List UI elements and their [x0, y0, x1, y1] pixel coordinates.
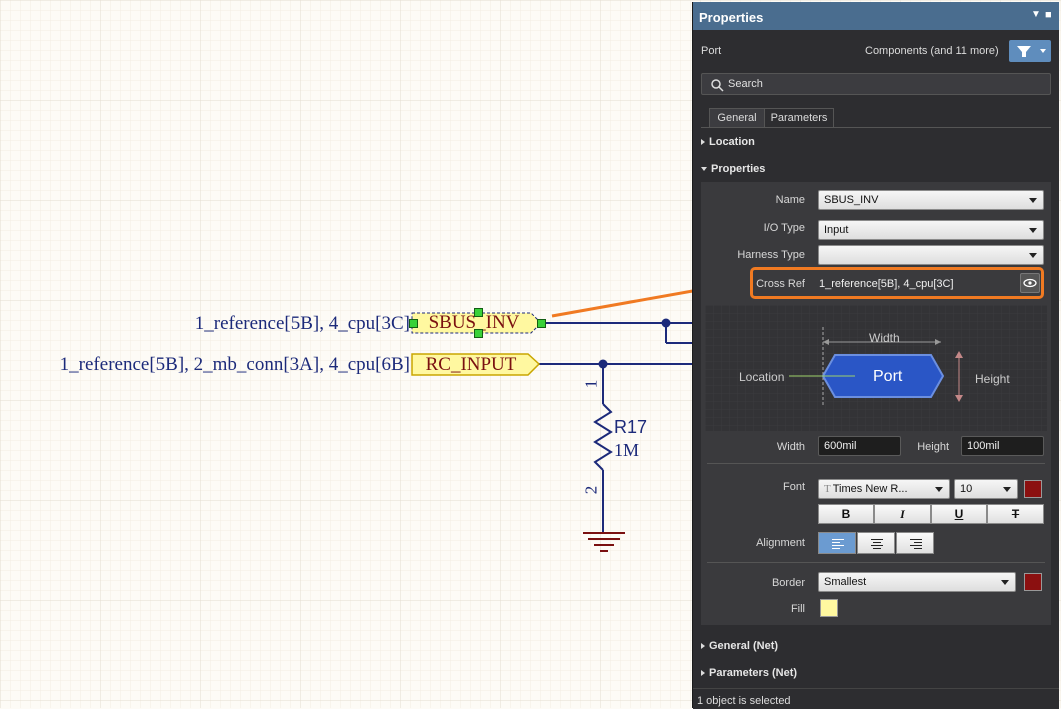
- io-type-label: I/O Type: [763, 222, 805, 234]
- border-label: Border: [771, 577, 805, 589]
- border-select[interactable]: Smallest: [818, 572, 1016, 592]
- junction-dot: [661, 318, 671, 328]
- dropdown-arrow-icon: [1029, 228, 1037, 233]
- fill-color-swatch[interactable]: [820, 599, 838, 617]
- pin-icon[interactable]: ■: [1045, 9, 1052, 21]
- align-center-button[interactable]: [857, 532, 895, 554]
- expand-icon: [701, 643, 705, 650]
- section-parameters-net-label: Parameters (Net): [709, 667, 798, 679]
- name-field[interactable]: SBUS_INV: [818, 190, 1044, 210]
- resistor-pin2: 2: [581, 485, 601, 495]
- filter-button[interactable]: [1009, 40, 1051, 62]
- section-properties-label: Properties: [711, 163, 766, 175]
- selection-handle[interactable]: [409, 319, 418, 328]
- align-left-button[interactable]: [818, 532, 856, 554]
- properties-panel: Properties ▼ ■ ✕ Port Components (and 11…: [692, 2, 1059, 709]
- name-value: SBUS_INV: [824, 194, 879, 206]
- port2-label[interactable]: RC_INPUT: [412, 354, 530, 376]
- width-value: 600mil: [824, 440, 857, 452]
- section-general-net[interactable]: General (Net): [701, 640, 778, 652]
- font-value: Times New R...: [832, 483, 908, 495]
- section-parameters-net[interactable]: Parameters (Net): [701, 667, 797, 679]
- io-type-value: Input: [824, 224, 849, 236]
- font-label: Font: [782, 481, 805, 493]
- height-value: 100mil: [967, 440, 1000, 452]
- status-bar: 1 object is selected: [693, 688, 1059, 709]
- bold-label: B: [841, 507, 851, 521]
- strikethrough-label: T: [1011, 507, 1020, 521]
- strikethrough-button[interactable]: T: [987, 504, 1044, 524]
- diagram-width-label: Width: [869, 331, 900, 345]
- selection-handle[interactable]: [474, 329, 483, 338]
- panel-title-bar: Properties ▼ ■ ✕: [693, 2, 1059, 30]
- height-input[interactable]: 100mil: [961, 436, 1044, 456]
- divider: [707, 463, 1045, 464]
- status-text: 1 object is selected: [697, 695, 791, 707]
- tab-parameters[interactable]: Parameters: [764, 108, 834, 128]
- diagram-port-label: Port: [873, 368, 903, 385]
- font-select[interactable]: T Times New R...: [818, 479, 950, 499]
- resistor-designator[interactable]: R17: [614, 417, 647, 438]
- port-diagram: Width Location Port Height: [705, 305, 1047, 431]
- align-right-button[interactable]: [896, 532, 934, 554]
- selection-handle[interactable]: [537, 319, 546, 328]
- font-type-icon: T: [824, 483, 831, 495]
- resistor-pin1: 1: [581, 379, 601, 389]
- height-label: Height: [917, 441, 949, 453]
- alignment-label: Alignment: [756, 537, 805, 549]
- section-general-net-label: General (Net): [709, 640, 779, 652]
- width-label: Width: [776, 441, 805, 453]
- dropdown-arrow-icon: [1029, 253, 1037, 258]
- diagram-location-label: Location: [739, 370, 785, 384]
- port2-cross-ref: 1_reference[5B], 2_mb_conn[3A], 4_cpu[6B…: [59, 354, 410, 375]
- port2-name: RC_INPUT: [425, 354, 517, 375]
- name-label: Name: [775, 194, 805, 206]
- font-size-value: 10: [960, 483, 973, 495]
- bold-button[interactable]: B: [818, 504, 874, 524]
- tab-parameters-label: Parameters: [770, 112, 828, 124]
- section-properties[interactable]: Properties: [701, 163, 765, 175]
- cross-ref-highlight: [750, 267, 1044, 299]
- junction-dot: [598, 359, 608, 369]
- collapse-icon: [701, 167, 707, 172]
- underline-label: U: [954, 507, 964, 521]
- dropdown-arrow-icon: [1029, 198, 1037, 203]
- filter-icon: [1017, 46, 1031, 57]
- io-type-select[interactable]: Input: [818, 220, 1044, 240]
- search-icon: [711, 79, 724, 92]
- harness-type-label: Harness Type: [737, 249, 805, 261]
- dropdown-arrow-icon: [1003, 487, 1011, 492]
- selection-handle[interactable]: [474, 308, 483, 317]
- dropdown-arrow-icon[interactable]: ▼: [1031, 9, 1041, 20]
- port1-cross-ref: 1_reference[5B], 4_cpu[3C]: [194, 313, 410, 334]
- section-location[interactable]: Location: [701, 136, 755, 148]
- tab-underline: [701, 127, 1051, 128]
- object-kind: Port: [701, 45, 722, 57]
- tab-general-label: General: [717, 112, 757, 124]
- dropdown-arrow-icon: [1040, 49, 1046, 53]
- resistor-value[interactable]: 1M: [614, 440, 639, 461]
- expand-icon: [701, 139, 705, 146]
- border-color-swatch[interactable]: [1024, 573, 1042, 591]
- search-placeholder: Search: [728, 78, 763, 90]
- section-location-label: Location: [709, 136, 755, 148]
- filter-summary: Components (and 11 more): [865, 45, 999, 57]
- font-size-select[interactable]: 10: [954, 479, 1018, 499]
- width-input[interactable]: 600mil: [818, 436, 901, 456]
- dropdown-arrow-icon: [935, 487, 943, 492]
- dropdown-arrow-icon: [1001, 580, 1009, 585]
- search-input[interactable]: Search: [701, 73, 1051, 95]
- diagram-height-label: Height: [975, 372, 1010, 386]
- border-value: Smallest: [824, 576, 867, 588]
- font-color-swatch[interactable]: [1024, 480, 1042, 498]
- italic-button[interactable]: I: [874, 504, 931, 524]
- panel-title: Properties: [699, 10, 764, 25]
- fill-label: Fill: [790, 603, 805, 615]
- expand-icon: [701, 670, 705, 677]
- harness-type-select[interactable]: [818, 245, 1044, 265]
- italic-label: I: [900, 507, 905, 521]
- divider: [707, 562, 1045, 563]
- underline-button[interactable]: U: [931, 504, 987, 524]
- tab-general[interactable]: General: [709, 108, 765, 128]
